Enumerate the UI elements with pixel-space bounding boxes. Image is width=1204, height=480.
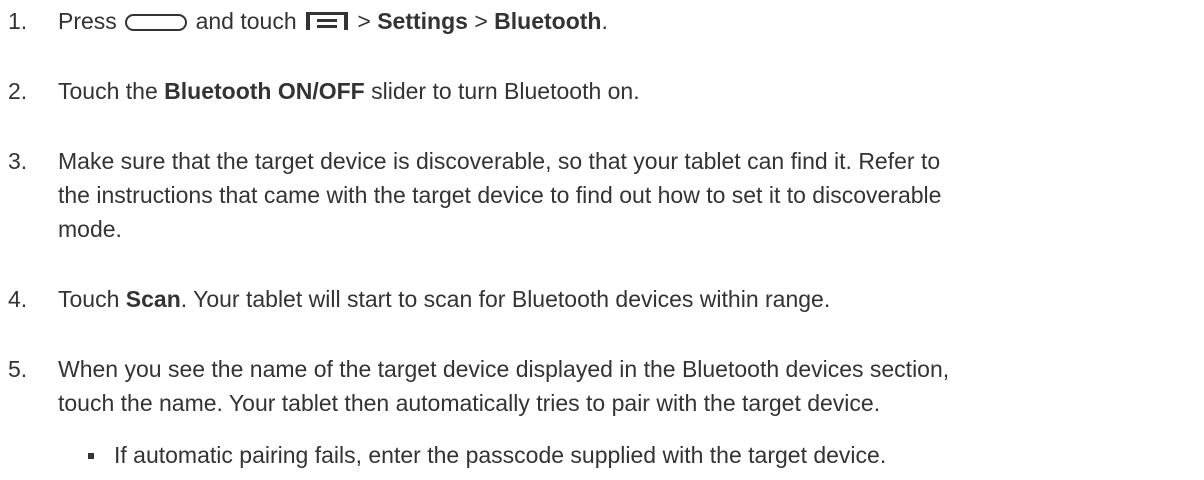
step-number: 4. bbox=[8, 286, 28, 312]
step-1-period: . bbox=[601, 8, 608, 34]
breadcrumb-separator: > bbox=[474, 8, 488, 34]
menu-key-icon bbox=[306, 12, 348, 30]
scan-label: Scan bbox=[125, 286, 181, 312]
home-key-icon bbox=[125, 14, 188, 31]
settings-label: Settings bbox=[377, 8, 468, 34]
step-5-line-2: touch the name. Your tablet then automat… bbox=[58, 390, 881, 416]
breadcrumb-separator: > bbox=[357, 8, 371, 34]
step-3-line-2: the instructions that came with the targ… bbox=[58, 182, 942, 208]
step-text: Make sure that the target device is disc… bbox=[58, 144, 1198, 246]
step-text: Press and touch > Settings > Bluetooth. bbox=[58, 4, 1198, 38]
step-1-and-touch: and touch bbox=[195, 8, 297, 34]
bluetooth-onoff-label: Bluetooth ON/OFF bbox=[164, 78, 365, 104]
step-number: 1. bbox=[8, 8, 28, 34]
step-4-rest: . Your tablet will start to scan for Blu… bbox=[180, 286, 831, 312]
step-text: Touch Scan. Your tablet will start to sc… bbox=[58, 282, 1198, 316]
step-5-line-1: When you see the name of the target devi… bbox=[58, 356, 950, 382]
step-text: When you see the name of the target devi… bbox=[58, 352, 1198, 420]
bluetooth-label: Bluetooth bbox=[494, 8, 602, 34]
sub-bullet-text: If automatic pairing fails, enter the pa… bbox=[114, 442, 887, 468]
step-3-line-3: mode. bbox=[58, 216, 122, 242]
step-number: 3. bbox=[8, 148, 28, 174]
square-bullet-icon bbox=[88, 453, 94, 459]
step-text: Touch the Bluetooth ON/OFF slider to tur… bbox=[58, 74, 1198, 108]
step-4-touch: Touch bbox=[58, 286, 120, 312]
step-number: 5. bbox=[8, 356, 28, 382]
step-number: 2. bbox=[8, 78, 28, 104]
step-3-line-1: Make sure that the target device is disc… bbox=[58, 148, 941, 174]
step-2-rest: slider to turn Bluetooth on. bbox=[371, 78, 640, 104]
step-2-touch-the: Touch the bbox=[58, 78, 158, 104]
step-1-press: Press bbox=[58, 8, 117, 34]
